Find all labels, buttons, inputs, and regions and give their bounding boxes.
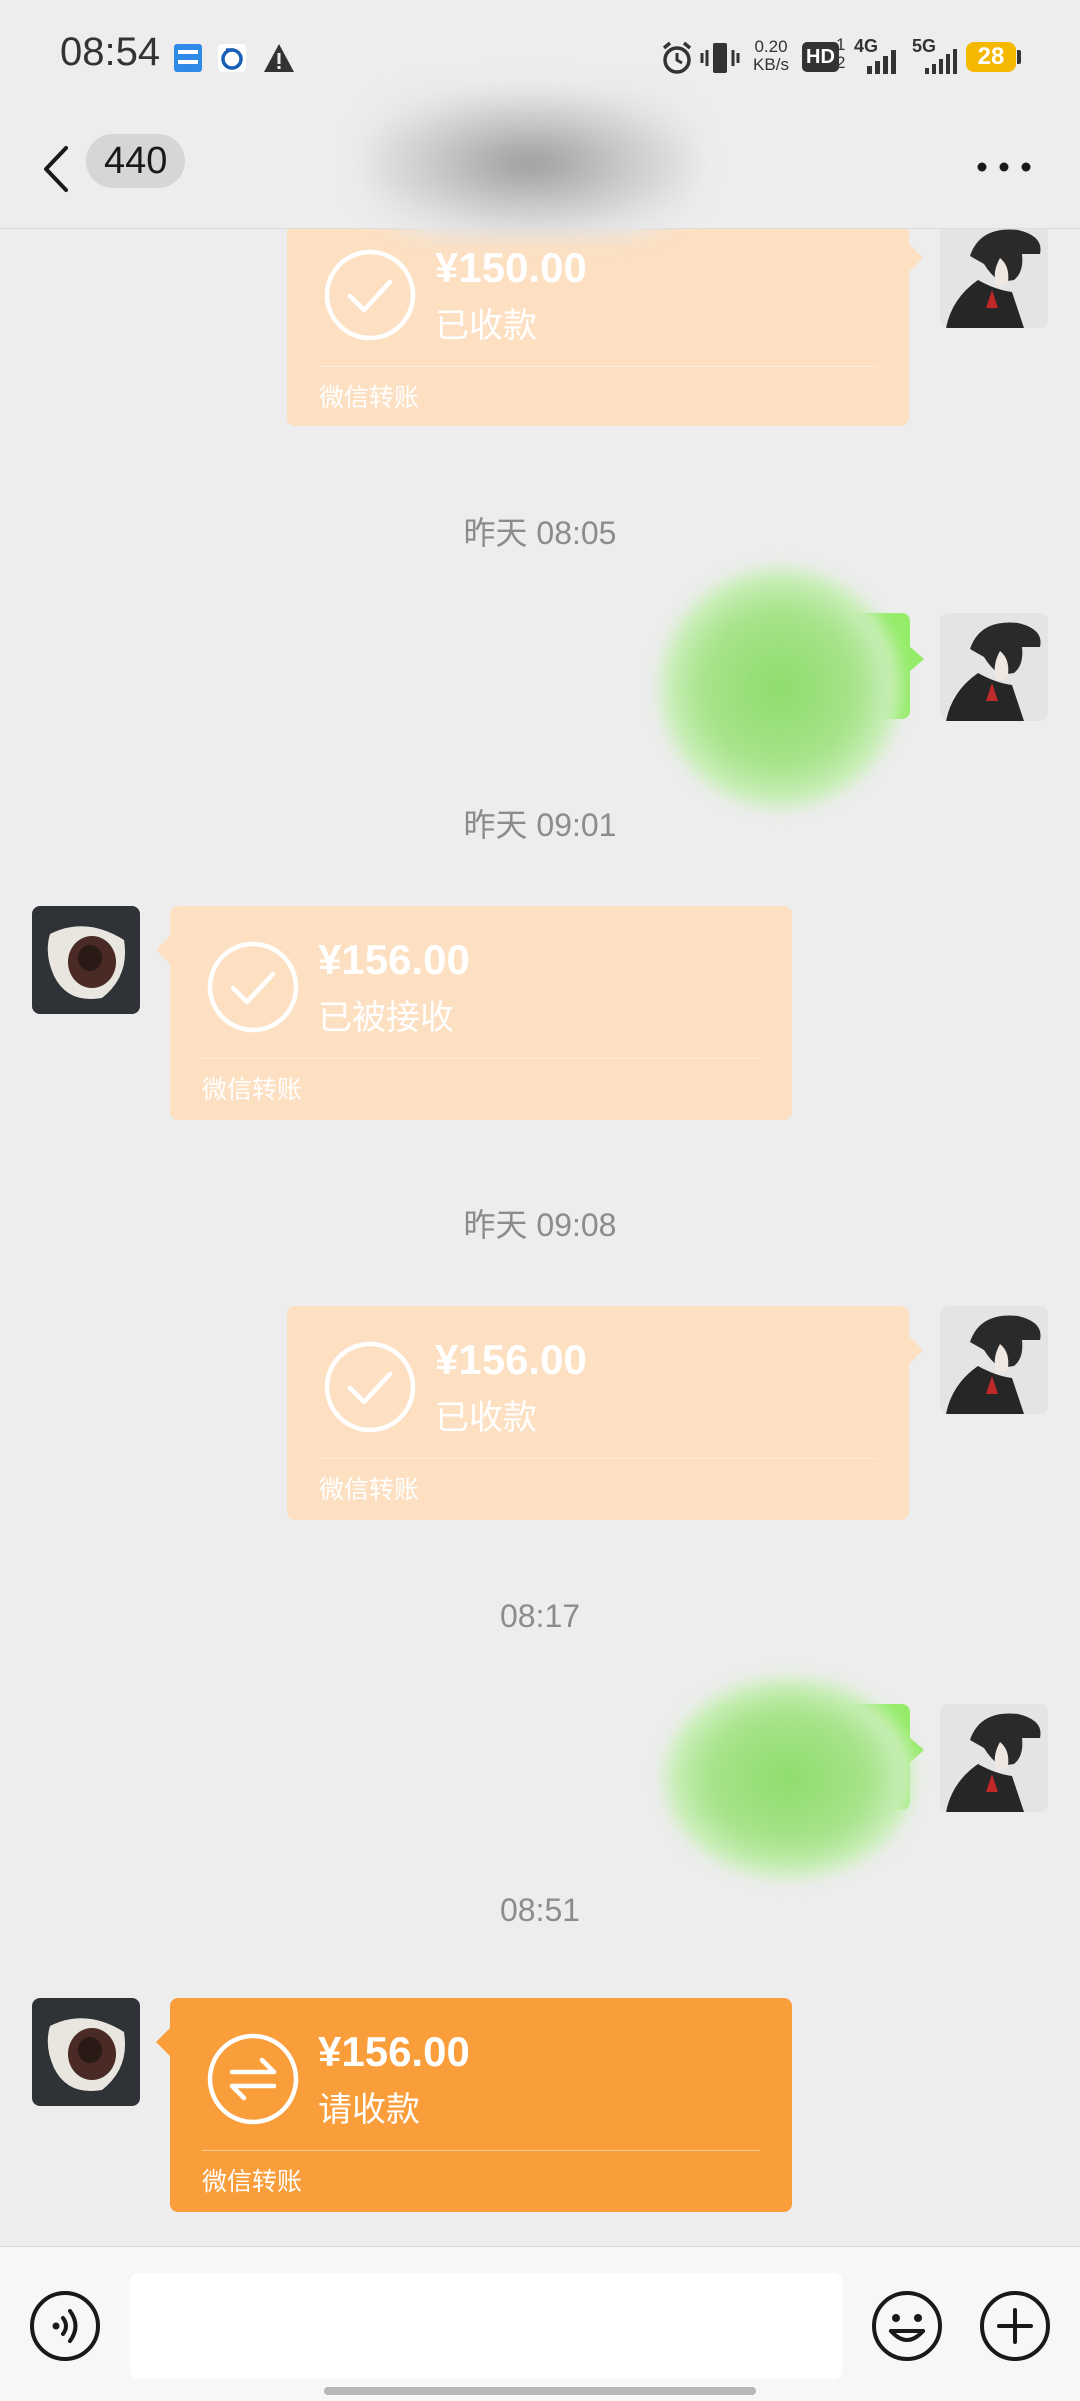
divider [202, 1058, 760, 1059]
transfer-card-received[interactable]: ¥156.00 已收款 微信转账 [287, 1306, 923, 1520]
home-indicator[interactable] [324, 2387, 756, 2395]
avatar-contact[interactable] [32, 906, 140, 1014]
sim-number: 12 [836, 35, 846, 72]
transfer-label: 微信转账 [202, 1075, 303, 1104]
app-badge-icon [174, 44, 202, 72]
transfer-card-received[interactable]: ¥150.00 已收款 微信转账 [287, 228, 923, 426]
signal-4g-icon: 4G [852, 36, 902, 76]
timestamp: 昨天 08:05 [463, 515, 617, 551]
message-list[interactable]: ¥150.00 已收款 微信转账 昨天 08:05 昨天 09:01 ¥156.… [0, 228, 1080, 2244]
network-speed-value: 0.20 [754, 37, 788, 56]
transfer-label: 微信转账 [319, 383, 420, 412]
message-input[interactable] [130, 2273, 842, 2379]
bubble-tail [156, 2026, 172, 2058]
chat-title-obscured [360, 88, 700, 238]
timestamp: 08:51 [499, 1892, 581, 1928]
transfer-status: 请收款 [318, 2090, 420, 2130]
timestamp: 昨天 09:01 [463, 807, 617, 843]
more-horizontal-icon[interactable] [974, 152, 1034, 182]
avatar-self[interactable] [940, 613, 1048, 721]
divider [202, 2150, 760, 2151]
unread-count-badge[interactable]: 440 [86, 134, 186, 188]
avatar-self[interactable] [940, 1306, 1048, 1414]
transfer-card-pending[interactable]: ¥156.00 请收款 微信转账 [156, 1998, 792, 2212]
emoji-icon[interactable] [870, 2289, 944, 2363]
transfer-label: 微信转账 [202, 2167, 303, 2196]
network-speed: 0.20 KB/s [746, 38, 796, 74]
check-circle-icon [324, 249, 416, 341]
network-speed-unit: KB/s [753, 55, 789, 74]
check-circle-icon [207, 941, 299, 1033]
chat-header: 440 [0, 88, 1080, 238]
transfer-status: 已收款 [435, 1398, 537, 1438]
transfer-amount: ¥150.00 [435, 244, 587, 291]
bubble-tail [907, 1334, 923, 1366]
transfer-card-accepted[interactable]: ¥156.00 已被接收 微信转账 [156, 906, 792, 1120]
input-bar [0, 2246, 1080, 2401]
chevron-left-icon[interactable] [36, 134, 84, 204]
transfer-status: 已收款 [435, 306, 537, 346]
battery-indicator: 28 [966, 42, 1016, 72]
transfer-amount: ¥156.00 [435, 1336, 587, 1383]
check-circle-icon [324, 1341, 416, 1433]
signal-5g-icon: 5G [910, 36, 962, 76]
battery-tip [1017, 50, 1021, 64]
avatar-self[interactable] [940, 228, 1048, 328]
hd-icon: HD [802, 42, 839, 72]
message-content-obscured [664, 1678, 914, 1878]
alarm-icon [662, 41, 692, 74]
divider [319, 366, 877, 367]
voice-icon[interactable] [28, 2289, 102, 2363]
bubble-tail [908, 645, 924, 673]
divider [319, 1458, 877, 1459]
transfer-amount: ¥156.00 [318, 936, 470, 983]
status-time: 08:54 [60, 30, 161, 74]
hd-label: HD [806, 46, 835, 68]
bubble-tail [907, 242, 923, 274]
avatar-contact[interactable] [32, 1998, 140, 2106]
transfer-label: 微信转账 [319, 1475, 420, 1504]
timestamp: 昨天 09:08 [463, 1207, 617, 1243]
transfer-arrows-icon [207, 2033, 299, 2125]
warning-icon [264, 44, 294, 72]
timestamp: 08:17 [499, 1598, 581, 1634]
sync-app-icon [218, 44, 246, 72]
transfer-status: 已被接收 [318, 998, 454, 1038]
plus-circle-icon[interactable] [978, 2289, 1052, 2363]
bubble-tail [156, 934, 172, 966]
avatar-self[interactable] [940, 1704, 1048, 1812]
transfer-amount: ¥156.00 [318, 2028, 470, 2075]
message-content-obscured [660, 568, 900, 808]
vibrate-icon [700, 43, 740, 73]
